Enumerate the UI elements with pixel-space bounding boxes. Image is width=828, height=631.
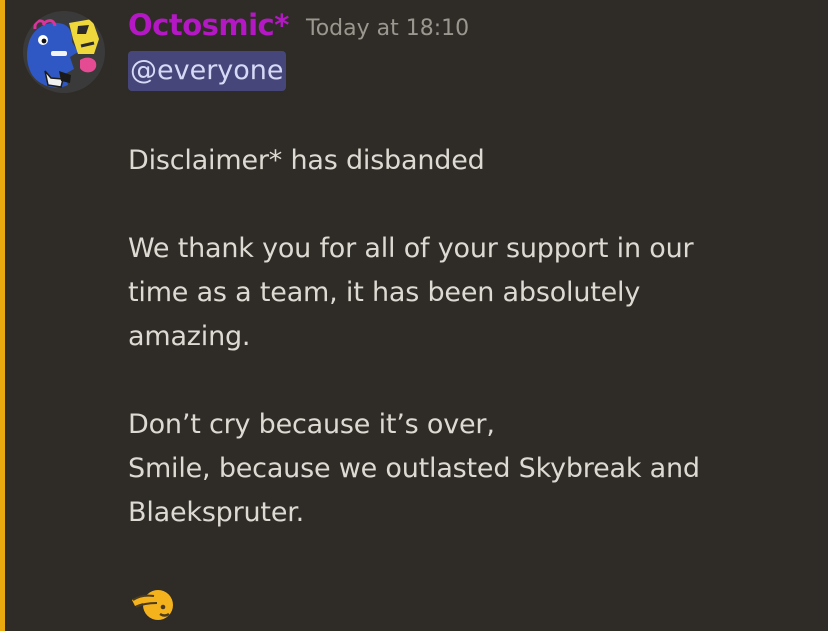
message-content: Disclaimer* has disbanded We thank you f… xyxy=(128,139,778,535)
message-line: Disclaimer* has disbanded xyxy=(128,145,485,176)
user-avatar[interactable] xyxy=(23,11,105,93)
username[interactable]: Octosmic* xyxy=(128,8,289,42)
message-line: time as a team, it has been absolutely xyxy=(128,277,641,308)
message-line: amazing. xyxy=(128,321,251,352)
saluting-face-icon[interactable] xyxy=(127,580,173,626)
message-container: Octosmic* Today at 18:10 @everyone Discl… xyxy=(0,0,828,631)
mention-highlight-stripe xyxy=(0,0,5,631)
message-line: Smile, because we outlasted Skybreak and xyxy=(128,453,700,484)
saluting-face-glyph xyxy=(132,590,173,620)
message-line: We thank you for all of your support in … xyxy=(128,233,694,264)
timestamp[interactable]: Today at 18:10 xyxy=(306,16,469,41)
message-line: Blaekspruter. xyxy=(128,497,305,528)
message-line: Don’t cry because it’s over, xyxy=(128,409,495,440)
octopus-mascot-avatar-icon xyxy=(23,11,105,93)
message-header: Octosmic* Today at 18:10 xyxy=(128,8,469,48)
everyone-mention[interactable]: @everyone xyxy=(128,51,286,91)
